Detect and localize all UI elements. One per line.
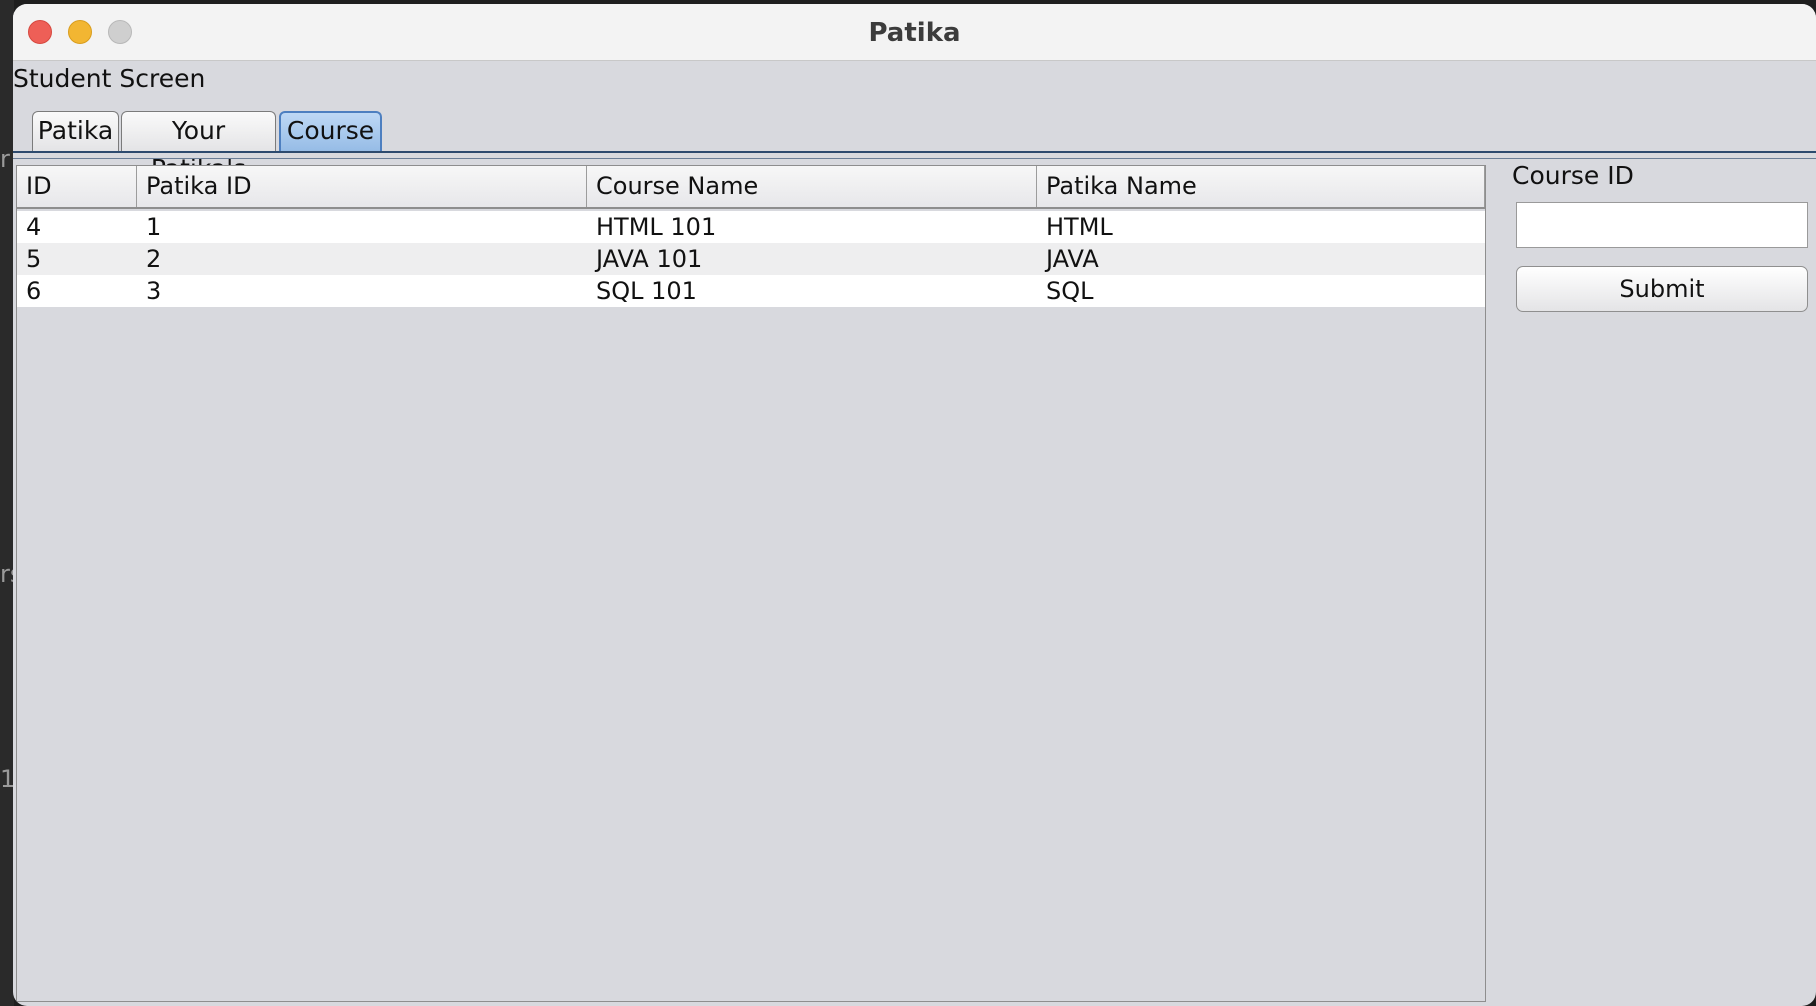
cell-patika-id: 1	[146, 213, 162, 241]
cell-id: 6	[26, 277, 42, 305]
cell-patika-id: 3	[146, 277, 162, 305]
column-header-patika-name[interactable]: Patika Name	[1037, 166, 1485, 207]
cell-patika-name: JAVA	[1046, 245, 1099, 273]
table-header: ID Patika ID Course Name Patika Name	[17, 166, 1485, 209]
tab-patika[interactable]: Patika	[32, 111, 119, 151]
submit-button[interactable]: Submit	[1516, 266, 1808, 312]
column-header-course-name[interactable]: Course Name	[587, 166, 1037, 207]
title-bar[interactable]: Patika	[13, 4, 1816, 61]
app-window: Patika Student Screen Patika Your Patika…	[13, 4, 1816, 1006]
screen-label: Student Screen	[13, 64, 206, 93]
desktop-text-fragment: r	[0, 145, 10, 173]
course-id-label: Course ID	[1512, 161, 1634, 190]
course-id-input[interactable]	[1516, 202, 1808, 248]
cell-id: 5	[26, 245, 42, 273]
column-header-patika-id[interactable]: Patika ID	[137, 166, 587, 207]
table-row[interactable]: 4 1 HTML 101 HTML	[17, 211, 1485, 243]
cell-course-name: JAVA 101	[596, 245, 703, 273]
cell-patika-name: HTML	[1046, 213, 1113, 241]
cell-course-name: SQL 101	[596, 277, 697, 305]
window-title: Patika	[868, 18, 961, 48]
cell-patika-name: SQL	[1046, 277, 1094, 305]
cell-patika-id: 2	[146, 245, 162, 273]
tab-divider	[13, 151, 1816, 159]
table-row[interactable]: 6 3 SQL 101 SQL	[17, 275, 1485, 307]
desktop-background: r rs 1	[0, 0, 22, 1006]
tab-course[interactable]: Course	[279, 111, 382, 151]
table-row[interactable]: 5 2 JAVA 101 JAVA	[17, 243, 1485, 275]
cell-course-name: HTML 101	[596, 213, 717, 241]
course-table[interactable]: ID Patika ID Course Name Patika Name 4 1…	[16, 165, 1486, 1002]
tab-your-patikas[interactable]: Your Patika's	[121, 111, 276, 183]
cell-id: 4	[26, 213, 42, 241]
column-header-id[interactable]: ID	[17, 166, 137, 207]
